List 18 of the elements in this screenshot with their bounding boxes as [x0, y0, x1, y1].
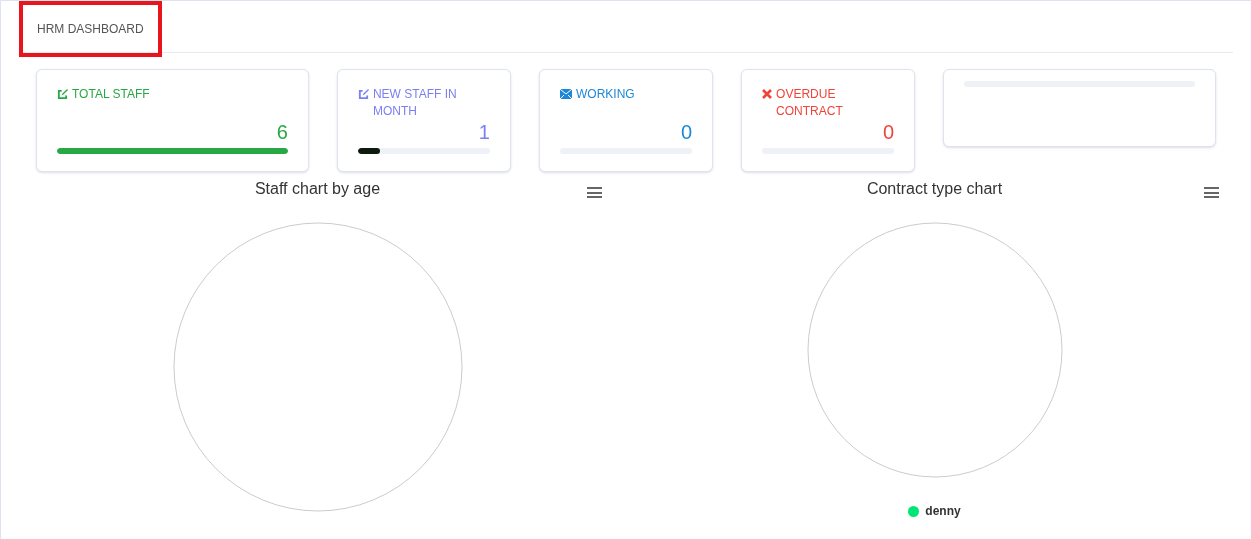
menu-button[interactable] — [587, 186, 602, 199]
legend-label[interactable]: denny — [925, 502, 961, 520]
card-value: 1 — [478, 120, 490, 144]
edit-icon — [357, 89, 369, 100]
envelope-icon — [559, 89, 572, 99]
card-value: 0 — [883, 120, 895, 144]
card-value: 6 — [276, 120, 288, 144]
edit-icon — [57, 89, 68, 100]
card-label: OVERDUE CONTRACT — [776, 86, 844, 120]
chart-title: Contract type chart — [866, 179, 1003, 199]
card-label: NEW STAFF IN MONTH — [372, 86, 458, 120]
dashboard-tab[interactable]: HRM DASHBOARD — [19, 1, 162, 57]
card-label: TOTAL STAFF — [72, 86, 150, 103]
chart-title: Staff chart by age — [254, 179, 381, 199]
card-value: 0 — [680, 120, 693, 144]
cross-icon — [762, 89, 773, 99]
menu-button[interactable] — [1204, 186, 1219, 199]
card-label: WORKING — [575, 86, 635, 103]
